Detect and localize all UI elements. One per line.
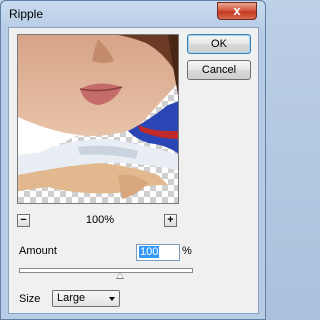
preview-image [18, 35, 178, 199]
amount-unit: % [182, 245, 192, 257]
zoom-out-button[interactable]: − [17, 214, 30, 227]
cancel-button[interactable]: Cancel [187, 60, 251, 80]
dialog-body: OK Cancel − 100% + Amount 100 % Size Lar… [8, 27, 259, 314]
dialog-title: Ripple [9, 7, 44, 21]
chevron-down-icon [109, 297, 115, 301]
amount-value: 100 [139, 246, 160, 258]
zoom-level: 100% [85, 214, 115, 226]
size-select[interactable]: Large [52, 290, 120, 307]
amount-slider-thumb[interactable] [115, 272, 124, 279]
size-label: Size [19, 293, 41, 305]
amount-slider-track[interactable] [19, 268, 193, 273]
amount-label: Amount [19, 245, 57, 257]
filter-preview[interactable] [17, 34, 179, 204]
title-bar[interactable]: Ripple x [1, 1, 265, 27]
close-button[interactable]: x [217, 2, 257, 20]
zoom-out-icon: − [20, 214, 27, 226]
close-icon: x [233, 3, 241, 18]
zoom-in-button[interactable]: + [164, 214, 177, 227]
ripple-dialog: Ripple x OK Cancel − 100% + Amount 100 %… [0, 0, 266, 320]
amount-input[interactable]: 100 [136, 244, 180, 261]
ok-button[interactable]: OK [187, 34, 251, 54]
zoom-in-icon: + [167, 214, 174, 226]
size-selected-value: Large [57, 292, 86, 304]
